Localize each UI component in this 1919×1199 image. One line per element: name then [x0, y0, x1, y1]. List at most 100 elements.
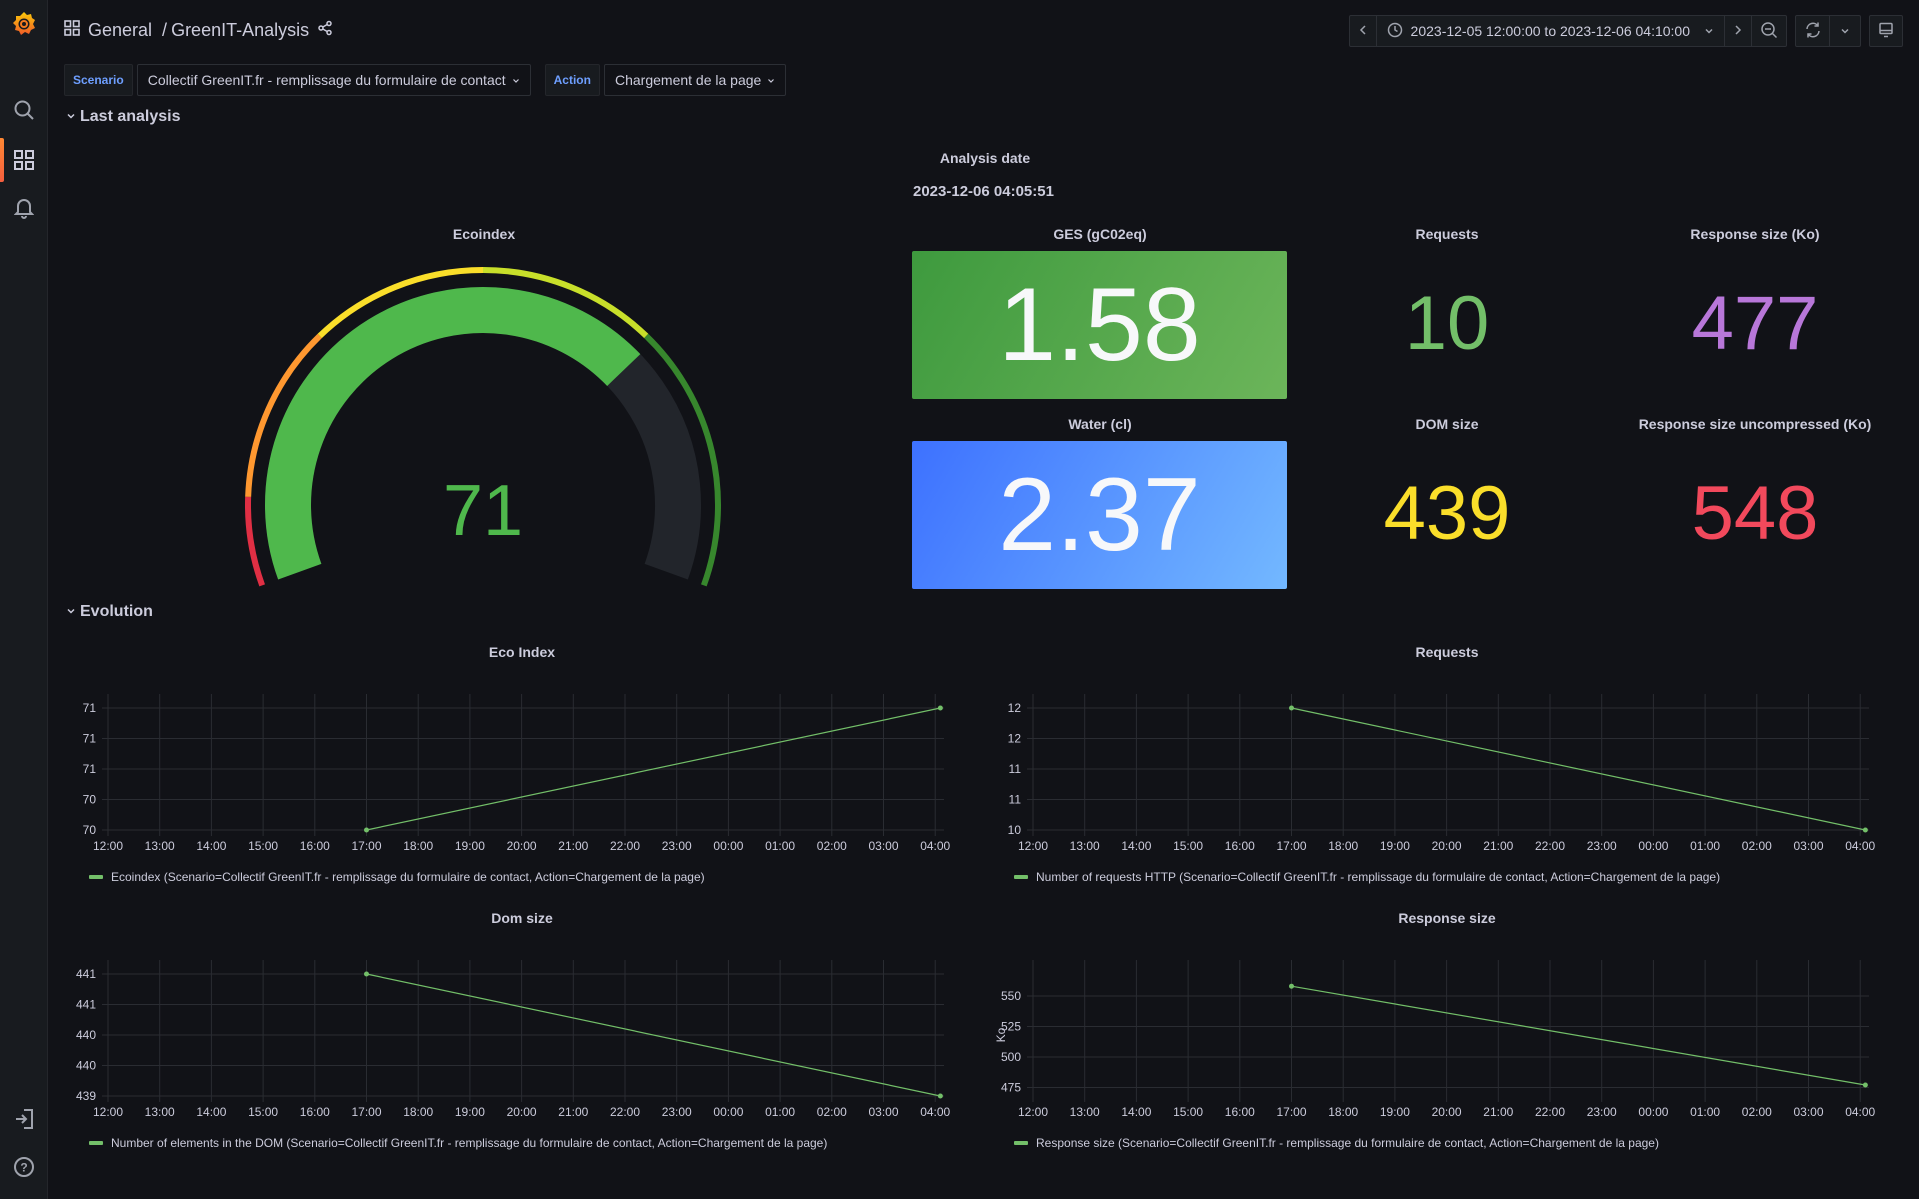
- analysis-date-title: Analysis date: [939, 150, 1031, 166]
- legend-label: Number of elements in the DOM (Scenario=…: [111, 1136, 828, 1150]
- x-tick-label: 17:00: [1276, 1105, 1306, 1119]
- x-tick-label: 13:00: [1070, 1105, 1100, 1119]
- chart-legend[interactable]: Number of elements in the DOM (Scenario=…: [89, 1136, 827, 1150]
- x-tick-label: 23:00: [1587, 1105, 1617, 1119]
- x-tick-label: 01:00: [1690, 839, 1720, 853]
- gauge-value: 71: [443, 471, 523, 551]
- data-point[interactable]: [1862, 1082, 1868, 1088]
- y-tick-label: 440: [76, 1028, 96, 1042]
- scenario-select[interactable]: Collectif GreenIT.fr - remplissage du fo…: [136, 64, 531, 96]
- x-tick-label: 14:00: [1121, 839, 1151, 853]
- gauge-threshold-segment: [245, 496, 265, 587]
- refresh-icon: [1804, 21, 1822, 42]
- x-tick-label: 18:00: [1328, 839, 1358, 853]
- time-range-label: 2023-12-05 12:00:00 to 2023-12-06 04:10:…: [1410, 23, 1690, 39]
- search-icon[interactable]: [0, 90, 48, 130]
- y-tick-label: 500: [1001, 1050, 1021, 1064]
- dashboards-icon[interactable]: [0, 140, 48, 180]
- y-tick-label: 550: [1001, 989, 1021, 1003]
- breadcrumb: General / GreenIT-Analysis: [64, 20, 333, 41]
- x-tick-label: 01:00: [1690, 1105, 1720, 1119]
- x-tick-label: 16:00: [300, 1105, 330, 1119]
- x-tick-label: 14:00: [196, 839, 226, 853]
- y-tick-label: 71: [83, 762, 97, 776]
- y-tick-label: 441: [76, 967, 96, 981]
- svg-text:?: ?: [20, 1161, 27, 1175]
- x-tick-label: 14:00: [196, 1105, 226, 1119]
- legend-swatch: [1014, 875, 1028, 879]
- refresh-button[interactable]: [1796, 16, 1830, 46]
- x-tick-label: 04:00: [1845, 839, 1875, 853]
- chart-legend[interactable]: Number of requests HTTP (Scenario=Collec…: [1014, 870, 1720, 884]
- y-tick-label: 71: [83, 701, 97, 715]
- chart-legend[interactable]: Response size (Scenario=Collectif GreenI…: [1014, 1136, 1659, 1150]
- x-tick-label: 00:00: [1638, 839, 1668, 853]
- x-tick-label: 00:00: [1638, 1105, 1668, 1119]
- variable-action: Action Chargement de la page: [544, 64, 787, 96]
- chart-legend[interactable]: Ecoindex (Scenario=Collectif GreenIT.fr …: [89, 870, 705, 884]
- y-tick-label: 11: [1009, 762, 1022, 776]
- action-select[interactable]: Chargement de la page: [603, 64, 787, 96]
- y-tick-label: 475: [1001, 1080, 1021, 1094]
- time-range-picker[interactable]: 2023-12-05 12:00:00 to 2023-12-06 04:10:…: [1377, 16, 1725, 46]
- x-tick-label: 21:00: [558, 1105, 588, 1119]
- row-last-analysis[interactable]: Last analysis: [66, 108, 181, 126]
- x-tick-label: 21:00: [1483, 1105, 1513, 1119]
- dashboard-title[interactable]: GreenIT-Analysis: [171, 20, 309, 41]
- x-tick-label: 19:00: [455, 839, 485, 853]
- x-tick-label: 12:00: [93, 1105, 123, 1119]
- x-tick-label: 20:00: [1432, 1105, 1462, 1119]
- breadcrumb-folder[interactable]: General: [88, 20, 152, 41]
- time-forward-button[interactable]: [1725, 16, 1752, 46]
- share-icon[interactable]: [317, 20, 333, 41]
- data-point[interactable]: [937, 1093, 943, 1099]
- bell-icon[interactable]: [0, 188, 48, 228]
- dom-size-title: DOM size: [1415, 416, 1479, 432]
- grafana-logo-icon[interactable]: [0, 4, 48, 44]
- x-tick-label: 13:00: [1070, 839, 1100, 853]
- y-tick-label: 441: [76, 998, 96, 1012]
- y-tick-label: 71: [83, 732, 97, 746]
- zoom-out-button[interactable]: [1752, 16, 1786, 46]
- data-point[interactable]: [937, 705, 943, 711]
- dom-size-value: 439: [1383, 471, 1511, 556]
- data-point[interactable]: [1289, 983, 1295, 989]
- x-tick-label: 19:00: [1380, 1105, 1410, 1119]
- legend-swatch: [89, 1141, 103, 1145]
- data-point[interactable]: [364, 971, 370, 977]
- response-size-uncompressed-title: Response size uncompressed (Ko): [1638, 416, 1872, 432]
- time-back-button[interactable]: [1350, 16, 1377, 46]
- top-navbar: General / GreenIT-Analysis 2023-12-05 12…: [48, 0, 1919, 62]
- x-tick-label: 01:00: [765, 839, 795, 853]
- x-tick-label: 02:00: [817, 839, 847, 853]
- help-icon[interactable]: ?: [0, 1147, 48, 1187]
- water-stat: 2.37: [912, 441, 1287, 589]
- x-tick-label: 00:00: [713, 1105, 743, 1119]
- eco-index-chart: 71 71 71 70 70 12:00 13:00 14:00 15:00 16:00 17:00…: [83, 694, 951, 853]
- refresh-interval-dropdown[interactable]: [1830, 16, 1860, 46]
- data-point[interactable]: [1862, 827, 1868, 833]
- variable-label: Action: [544, 64, 600, 96]
- requests-value: 10: [1404, 281, 1490, 366]
- response-size-uncompressed-value: 548: [1691, 471, 1819, 556]
- chevron-down-icon: [1704, 23, 1714, 39]
- tv-mode-button[interactable]: [1870, 16, 1902, 46]
- row-evolution[interactable]: Evolution: [66, 603, 153, 621]
- data-point[interactable]: [364, 827, 370, 833]
- legend-label: Response size (Scenario=Collectif GreenI…: [1036, 1136, 1659, 1150]
- gauge-title: Ecoindex: [452, 226, 516, 242]
- x-tick-label: 15:00: [248, 839, 278, 853]
- x-tick-label: 18:00: [403, 839, 433, 853]
- y-tick-label: 12: [1008, 701, 1022, 715]
- sign-in-icon[interactable]: [0, 1099, 48, 1139]
- x-tick-label: 02:00: [1742, 1105, 1772, 1119]
- x-tick-label: 23:00: [662, 839, 692, 853]
- response-size-value: 477: [1691, 281, 1819, 366]
- response-size-chart: 55052550047512:00 13:00 14:00 15:00 16:00 17:…: [994, 960, 1876, 1119]
- variable-scenario: Scenario Collectif GreenIT.fr - rempliss…: [64, 64, 531, 96]
- chevron-down-icon: [512, 72, 520, 88]
- ges-title: GES (gC02eq): [1053, 226, 1147, 242]
- template-variables: Scenario Collectif GreenIT.fr - rempliss…: [64, 64, 787, 96]
- data-point[interactable]: [1289, 705, 1295, 711]
- kiosk-group: [1869, 15, 1903, 47]
